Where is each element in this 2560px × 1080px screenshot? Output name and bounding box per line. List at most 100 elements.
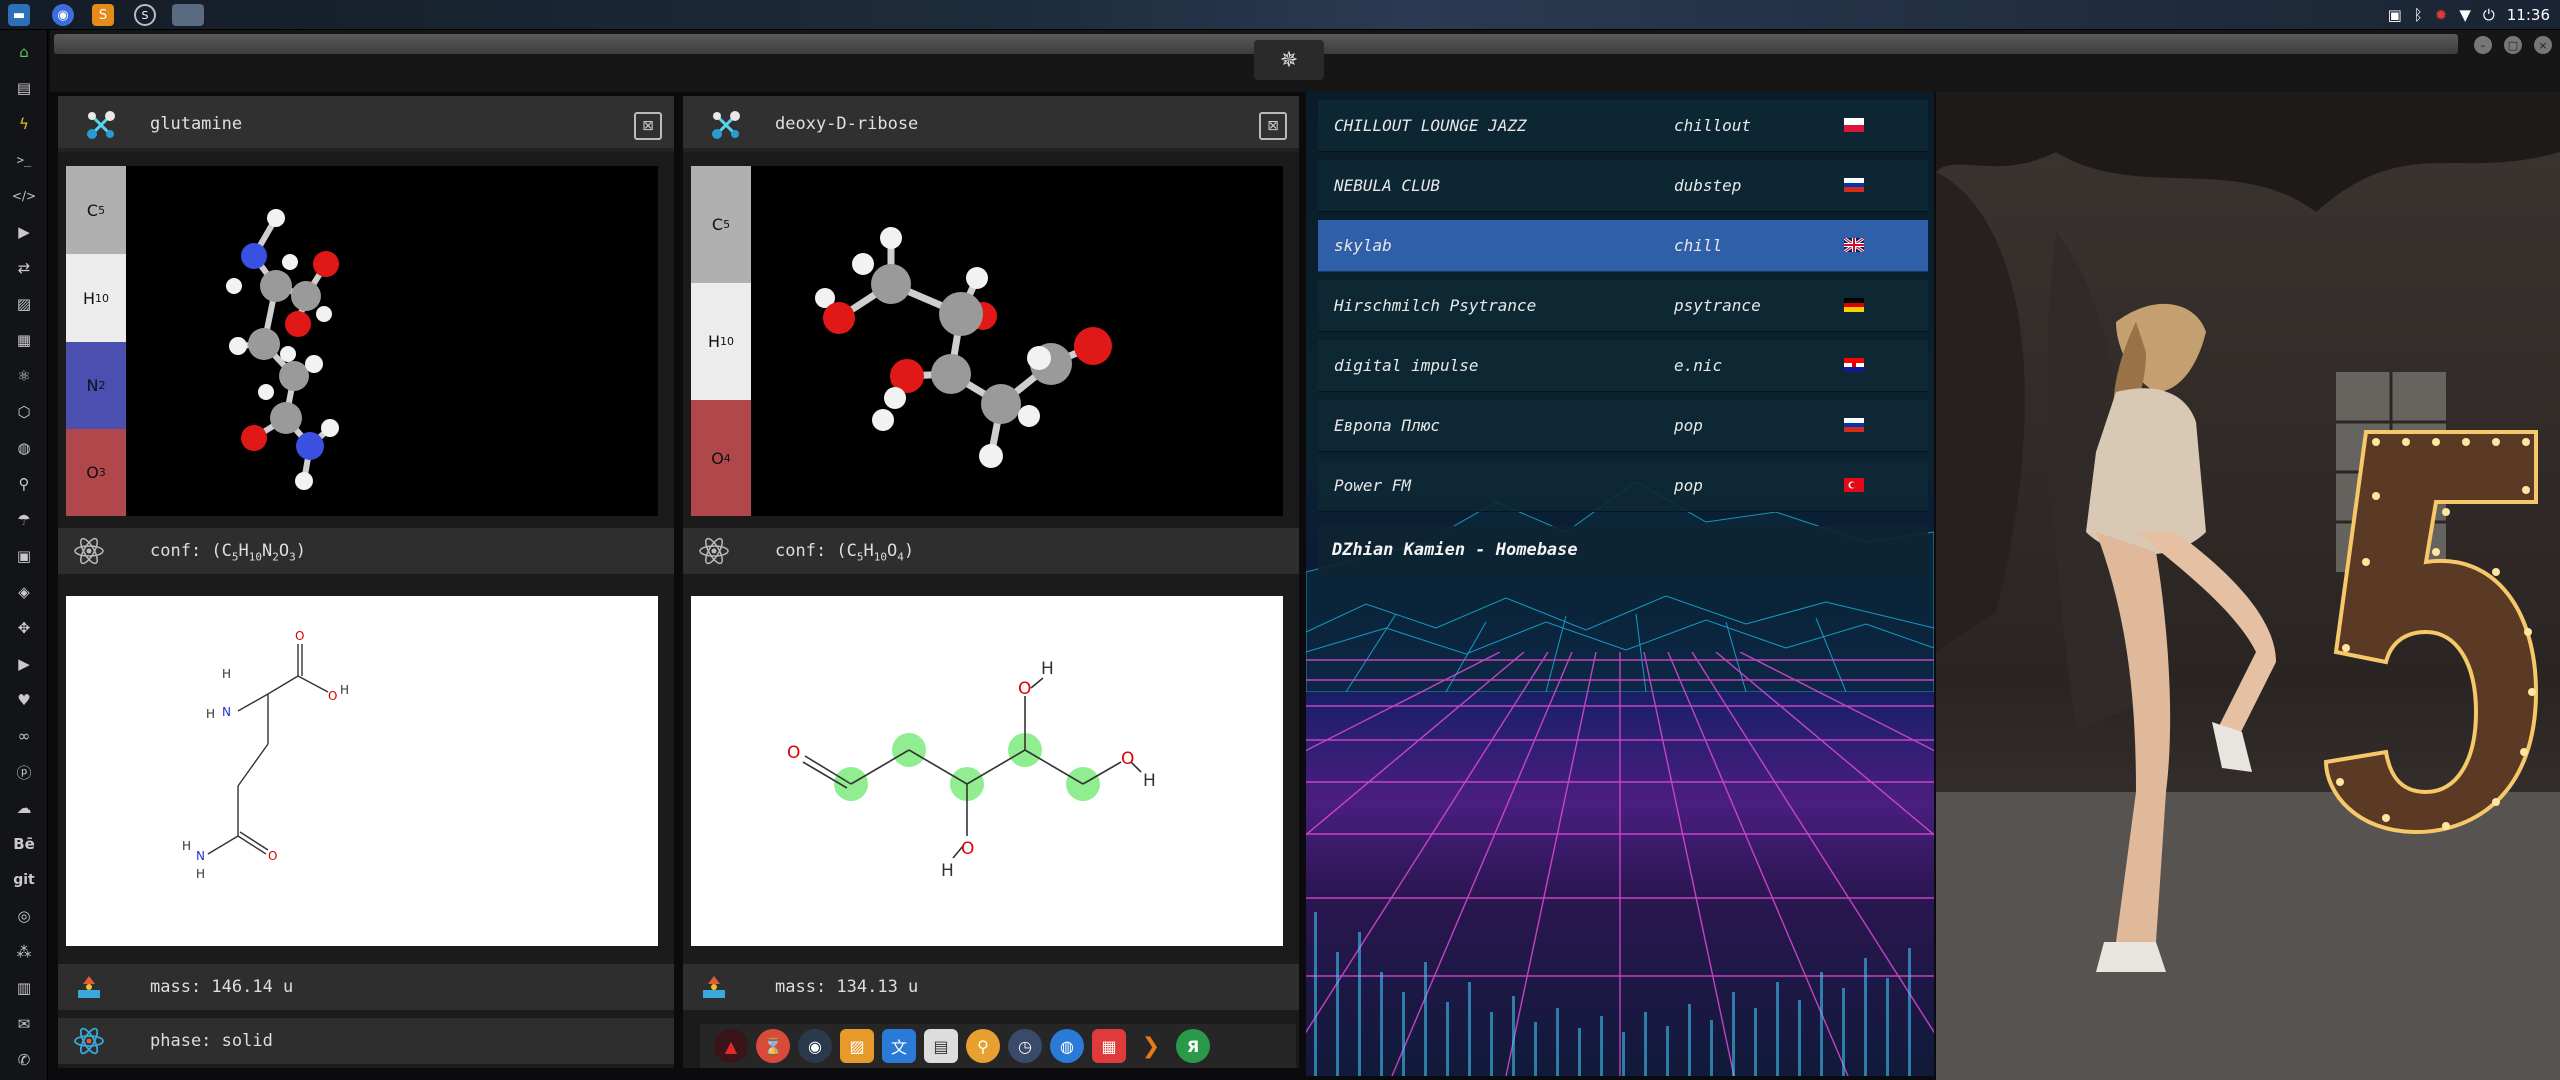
github-icon[interactable]: ◎	[12, 904, 36, 928]
scale-icon	[703, 976, 725, 998]
ball-and-stick-model	[226, 209, 339, 490]
phone-icon[interactable]: ✆	[12, 1048, 36, 1072]
close-button[interactable]: ×	[2534, 36, 2552, 54]
bolt-icon[interactable]: ϟ	[12, 112, 36, 136]
mass-value: mass: 134.13 u	[775, 977, 919, 997]
magnifier-icon[interactable]: ⚲	[966, 1029, 1000, 1063]
svg-text:N: N	[196, 849, 205, 863]
now-playing-title: DZhian Kamien - Homebase	[1332, 540, 1578, 560]
steam-icon[interactable]: ◉	[798, 1029, 832, 1063]
clock[interactable]: 11:36	[2507, 6, 2550, 24]
wifi-icon[interactable]: ▼	[2459, 6, 2471, 24]
atom-orbit-icon	[74, 1027, 104, 1055]
image-icon[interactable]: ▨	[12, 292, 36, 316]
picture-icon[interactable]: ▣	[2388, 6, 2402, 24]
power-icon[interactable]: ⏻	[2483, 6, 2495, 24]
code-icon[interactable]: </>	[12, 184, 36, 208]
newspaper-icon[interactable]: ▤	[924, 1029, 958, 1063]
conformation-row: conf: (C5H10N2O3)	[58, 528, 674, 574]
hexagon-icon[interactable]: ⬡	[12, 400, 36, 424]
pinterest-icon[interactable]: ⓟ	[12, 760, 36, 784]
map-icon[interactable]: ▥	[12, 976, 36, 1000]
station-genre: chill	[1674, 236, 1723, 255]
svg-text:H: H	[1041, 659, 1054, 679]
conformation-formula: conf: (C5H10O4)	[775, 541, 915, 564]
home-icon[interactable]: ⌂	[12, 40, 36, 64]
station-name: Европа Плюс	[1334, 416, 1440, 435]
photos-icon[interactable]: ▨	[840, 1029, 874, 1063]
station-item[interactable]: Power FM pop	[1318, 460, 1928, 512]
structural-formula[interactable]: H N H O O H H N H O	[66, 596, 658, 946]
station-item[interactable]: CHILLOUT LOUNGE JAZZ chillout	[1318, 100, 1928, 152]
3d-molecule-viewer[interactable]: C5 H 10 O4	[691, 166, 1283, 516]
station-genre: pop	[1674, 416, 1703, 435]
now-playing-bar[interactable]: DZhian Kamien - Homebase	[1318, 526, 1928, 576]
yandex-icon[interactable]: Я	[1176, 1029, 1210, 1063]
app-dock: ▲ ⌛ ◉ ▨ 文 ▤ ⚲ ◷ ◍ ▦ ❯ Я	[700, 1024, 1296, 1068]
station-item[interactable]: Hirschmilch Psytrance psytrance	[1318, 280, 1928, 332]
close-panel-icon[interactable]: ⊠	[634, 112, 662, 140]
flag-tr-icon	[1844, 478, 1864, 492]
svg-text:O: O	[1121, 749, 1134, 769]
flag-pl-icon	[1844, 118, 1864, 132]
youtube-icon[interactable]: ▶	[12, 652, 36, 676]
cloud-icon[interactable]: ☁	[12, 796, 36, 820]
sublime-icon[interactable]: S	[92, 4, 114, 26]
hourglass-icon[interactable]: ⌛	[756, 1029, 790, 1063]
translate-icon[interactable]: ⇄	[12, 256, 36, 280]
tag-icon[interactable]: ◈	[12, 580, 36, 604]
formula-element-o: O4	[691, 400, 751, 516]
news-icon[interactable]: ▦	[12, 328, 36, 352]
station-item[interactable]: Европа Плюс pop	[1318, 400, 1928, 452]
document-icon[interactable]: ▤	[12, 76, 36, 100]
station-item[interactable]: digital impulse e.nic	[1318, 340, 1928, 392]
system-top-bar: ▬ ◉ S S ▣ ᛒ ✹ ▼ ⏻ 11:36	[0, 0, 2560, 30]
calendar-icon[interactable]: ▦	[1092, 1029, 1126, 1063]
structural-formula[interactable]: O O H O H O H	[691, 596, 1283, 946]
triangle-app-icon[interactable]: ▲	[714, 1029, 748, 1063]
svg-text:H: H	[222, 667, 231, 681]
chrome-icon[interactable]: ◉	[52, 4, 74, 26]
search-icon[interactable]: ⚲	[12, 472, 36, 496]
s-icon[interactable]: S	[134, 4, 156, 26]
station-item[interactable]: NEBULA CLUB dubstep	[1318, 160, 1928, 212]
heart-icon[interactable]: ♥	[12, 688, 36, 712]
panel-header: deoxy-D-ribose ⊠	[683, 96, 1299, 152]
formula-element-c: C5	[691, 166, 751, 283]
minimize-button[interactable]: –	[2474, 36, 2492, 54]
play-icon[interactable]: ▶	[12, 220, 36, 244]
network-icon[interactable]: ⁂	[12, 940, 36, 964]
bluetooth-icon[interactable]: ᛒ	[2414, 6, 2423, 24]
behance-icon[interactable]: Bē	[12, 832, 36, 856]
translate-icon[interactable]: 文	[882, 1029, 916, 1063]
window-icon[interactable]	[172, 4, 204, 26]
arrow-icon[interactable]: ❯	[1134, 1029, 1168, 1063]
formula-element-o: O3	[66, 429, 126, 516]
react-icon[interactable]: ⚛	[12, 364, 36, 388]
3d-molecule-viewer[interactable]: C5 H 10 N2 O3	[66, 166, 658, 516]
close-panel-icon[interactable]: ⊠	[1259, 112, 1287, 140]
flag-hr-icon	[1844, 358, 1864, 372]
mail-icon[interactable]: ✉	[12, 1012, 36, 1036]
git-icon[interactable]: git	[12, 868, 36, 892]
formula-element-h: H 10	[66, 254, 126, 342]
skeletal-structure: O O H O H O H	[787, 659, 1156, 881]
clock-icon[interactable]: ◷	[1008, 1029, 1042, 1063]
infinity-icon[interactable]: ∞	[12, 724, 36, 748]
globe-icon[interactable]: ◍	[12, 436, 36, 460]
skeletal-structure: H N H O O H H N H O	[182, 629, 349, 881]
svg-text:H: H	[1143, 771, 1156, 791]
settings-gear-icon[interactable]: ✹	[2435, 6, 2448, 24]
rebel-emblem-icon[interactable]: ✵	[1254, 40, 1324, 80]
svg-text:N: N	[222, 705, 231, 719]
contact-icon[interactable]: ▣	[12, 544, 36, 568]
umbrella-icon[interactable]: ☂	[12, 508, 36, 532]
conformation-formula: conf: (C5H10N2O3)	[150, 541, 307, 564]
terminal-icon[interactable]: >_	[12, 148, 36, 172]
maximize-button[interactable]: □	[2504, 36, 2522, 54]
globe-icon[interactable]: ◍	[1050, 1029, 1084, 1063]
station-item-selected[interactable]: skylab chill	[1318, 220, 1928, 272]
flag-ru-icon	[1844, 418, 1864, 432]
expand-icon[interactable]: ✥	[12, 616, 36, 640]
files-icon[interactable]: ▬	[8, 4, 30, 26]
